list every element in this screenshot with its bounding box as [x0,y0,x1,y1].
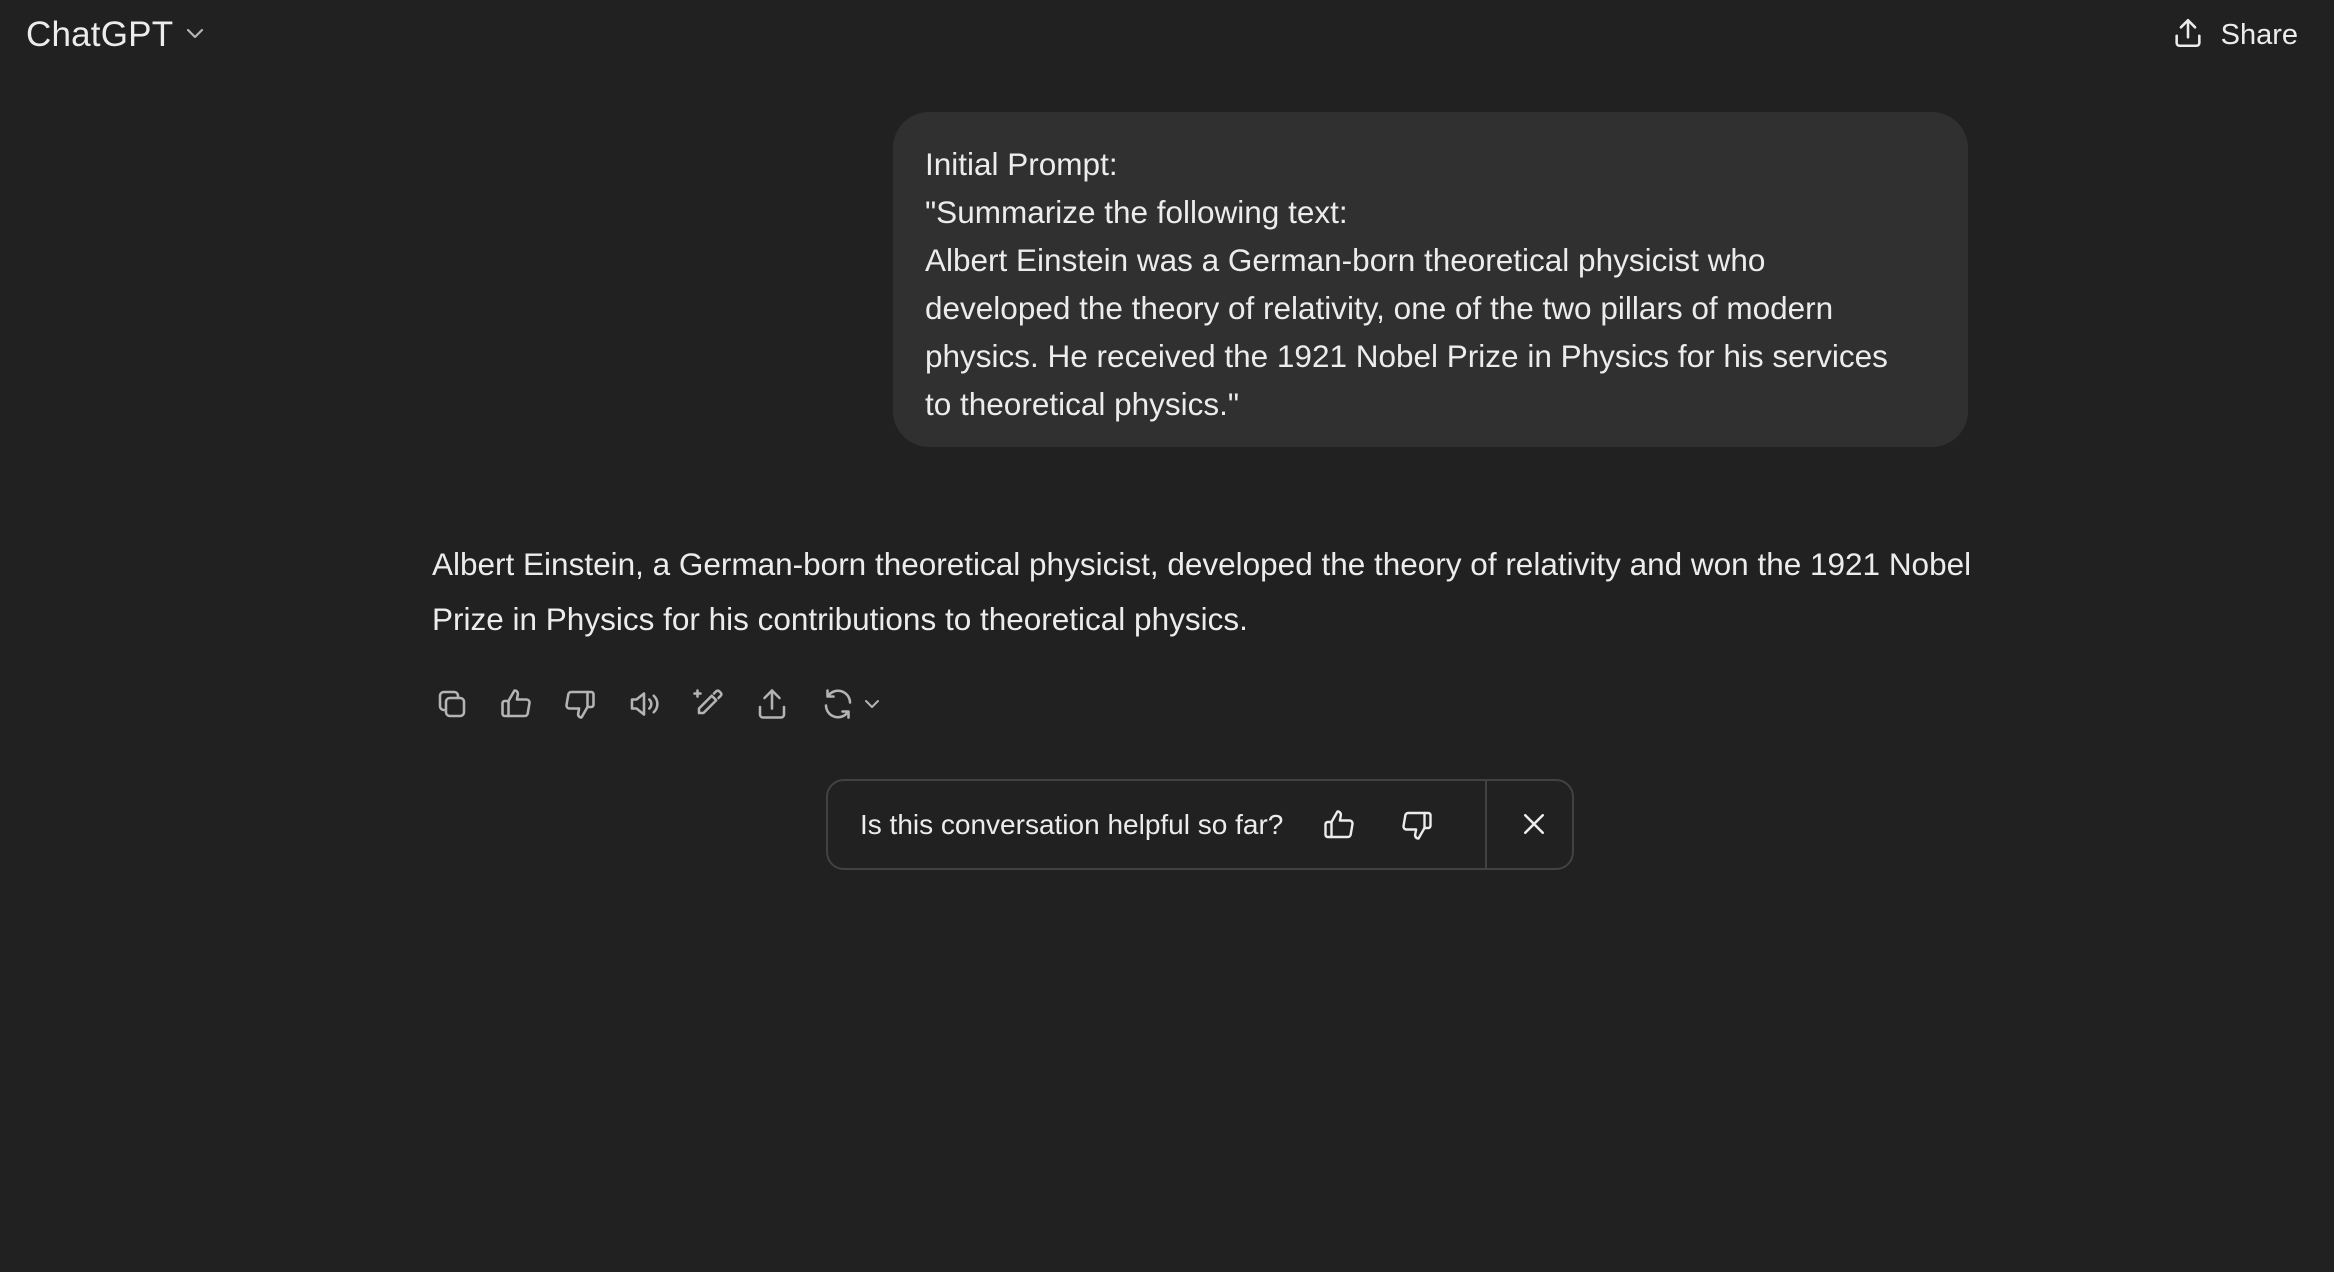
user-message-line: to theoretical physics." [925,386,1240,422]
thumbs-down-icon [1402,811,1433,840]
model-selector[interactable]: ChatGPT [26,12,207,58]
user-message-line: Albert Einstein was a German-born theore… [925,242,1766,278]
assistant-message: Albert Einstein, a German-born theoretic… [432,546,1972,637]
feedback-close-button[interactable] [1512,802,1556,846]
regenerate-icon [824,689,852,719]
conversation-feedback-bar: Is this conversation helpful so far? [826,779,1574,870]
bad-response-button[interactable] [560,684,600,724]
share-message-button[interactable] [752,684,792,724]
chevron-down-icon [865,700,879,708]
edit-in-canvas-button[interactable] [688,684,728,724]
message-actions [432,684,912,724]
feedback-helpful-button[interactable] [1317,803,1361,847]
copy-button[interactable] [432,684,472,724]
thumbs-up-icon [501,689,531,718]
copy-icon [438,690,466,718]
share-icon [2171,16,2205,55]
chevron-down-icon [183,21,207,50]
close-icon [1524,814,1544,834]
top-bar: ChatGPT Share [0,0,2334,70]
good-response-button[interactable] [496,684,536,724]
feedback-divider [1485,781,1487,868]
edit-sparkle-icon [693,689,723,715]
user-message-line: developed the theory of relativity, one … [925,290,1834,326]
user-message: Initial Prompt: "Summarize the following… [893,112,1968,447]
user-message-line: Initial Prompt: [925,146,1118,182]
read-aloud-button[interactable] [624,684,664,724]
read-aloud-icon [630,692,659,716]
thumbs-up-icon [1324,809,1355,838]
feedback-question: Is this conversation helpful so far? [860,808,1284,840]
share-label: Share [2220,18,2298,51]
regenerate-button[interactable] [816,684,888,724]
user-message-line: "Summarize the following text: [925,194,1348,230]
feedback-not-helpful-button[interactable] [1395,803,1439,847]
model-name: ChatGPT [26,15,174,54]
user-message-line: physics. He received the 1921 Nobel Priz… [925,338,1888,374]
share-button[interactable]: Share [2171,12,2298,58]
thumbs-down-icon [565,690,595,719]
share-icon [758,689,786,719]
